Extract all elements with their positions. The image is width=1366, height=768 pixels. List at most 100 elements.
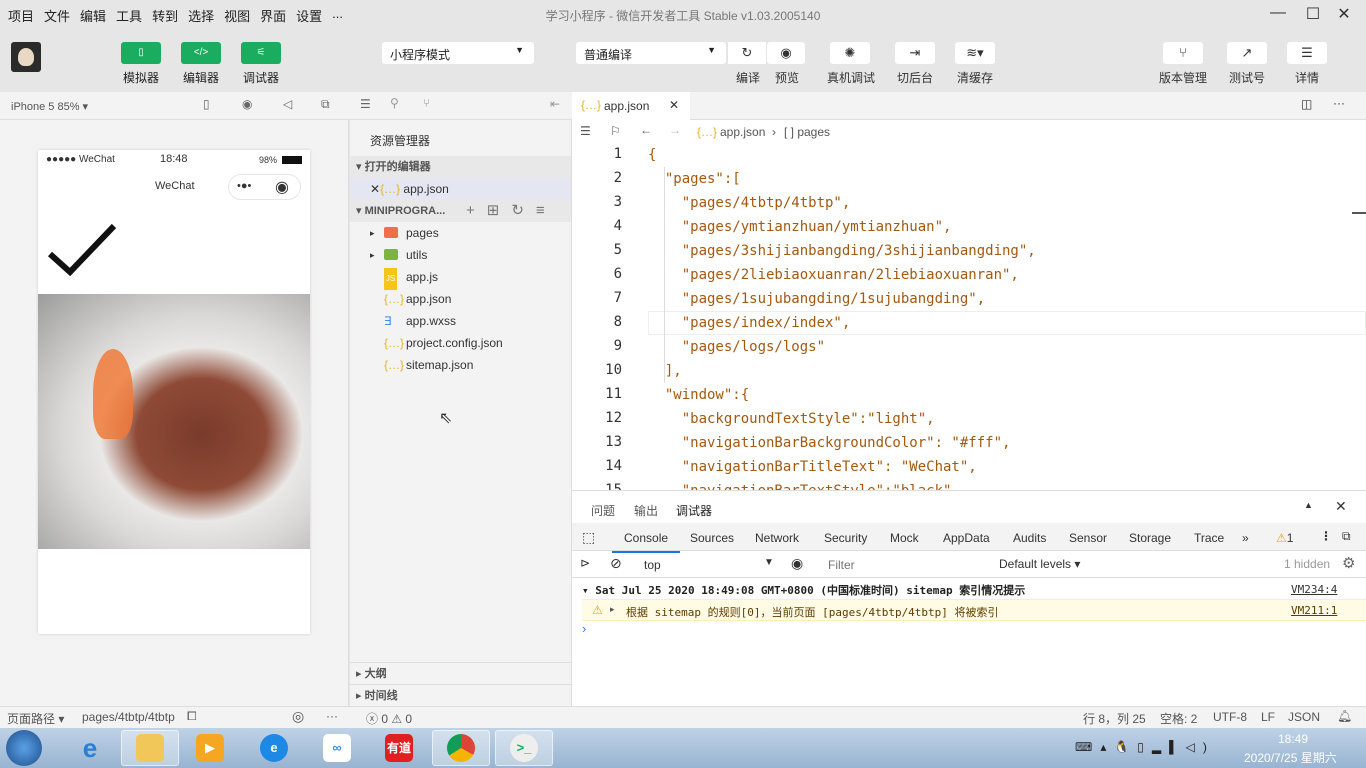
expand-icon[interactable]: ▸	[610, 604, 615, 615]
panel-tab-1[interactable]: 输出	[634, 502, 658, 519]
file-item-project-config-json[interactable]: {…} project.config.json	[350, 332, 571, 354]
volume-icon[interactable]: ◁	[283, 97, 292, 111]
youdao-icon[interactable]: 有道	[370, 730, 428, 766]
list-icon[interactable]: ☰	[360, 97, 371, 111]
devtools-tab-security[interactable]: Security	[824, 531, 867, 545]
code-editor[interactable]: ☰ ⚐ ← → {…} app.json › [ ] pages 1 {2 "pa…	[572, 120, 1366, 490]
media-player-icon[interactable]: ▶	[181, 730, 239, 766]
copy-icon[interactable]: ⧠	[187, 709, 197, 724]
levels-select[interactable]: Default levels ▾	[999, 557, 1080, 571]
start-button[interactable]	[6, 730, 42, 766]
code-line[interactable]: "pages":[	[648, 167, 741, 191]
minimize-button[interactable]: —	[1267, 4, 1289, 24]
close-tab-icon[interactable]: ✕	[669, 98, 679, 112]
clock-time[interactable]: 18:49	[1278, 732, 1308, 746]
tab-app-json[interactable]: {…} app.json ✕	[572, 92, 690, 120]
devtools-tab-more[interactable]: »	[1242, 531, 1249, 545]
problems-count[interactable]: ⓧ 0 ⚠ 0	[366, 710, 412, 727]
context-select[interactable]: top	[644, 558, 661, 572]
file-item-pages[interactable]: ▸ pages	[350, 222, 571, 244]
close-target-icon[interactable]: ◉	[275, 177, 289, 197]
language-mode[interactable]: JSON	[1288, 710, 1320, 724]
line-ending[interactable]: LF	[1261, 710, 1275, 724]
more-icon[interactable]: ···	[1333, 96, 1345, 110]
close-window-button[interactable]: ✕	[1333, 4, 1355, 24]
project-section[interactable]: ▾ MINIPROGRA... +⊞↻≡	[350, 200, 571, 222]
record-icon[interactable]: ◉	[242, 97, 252, 111]
devtools-tab-appdata[interactable]: AppData	[943, 531, 990, 545]
console-prompt[interactable]: ›	[582, 621, 586, 636]
filter-input[interactable]	[822, 554, 990, 576]
eye-icon[interactable]: ◉	[791, 555, 803, 572]
version-button[interactable]: ⑂	[1163, 42, 1203, 64]
devtools-tab-sources[interactable]: Sources	[690, 531, 734, 545]
settings-gear-icon[interactable]: ⚙	[1342, 554, 1355, 572]
simulator-toggle[interactable]: ▯	[121, 42, 161, 64]
devtools-tab-trace[interactable]: Trace	[1194, 531, 1224, 545]
project-actions[interactable]: +⊞↻≡	[466, 200, 557, 222]
more-icon[interactable]: ···	[326, 709, 338, 723]
devtools-tab-sensor[interactable]: Sensor	[1069, 531, 1107, 545]
code-line[interactable]: "pages/3shijianbangding/3shijianbangding…	[648, 239, 1036, 263]
collapse-icon[interactable]: ⇤	[550, 97, 560, 111]
sidebar-toggle-icon[interactable]: ⊳	[580, 556, 590, 570]
details-button[interactable]: ☰	[1287, 42, 1327, 64]
page-path-select[interactable]: 页面路径 ▾	[7, 710, 64, 727]
bookmark-icon[interactable]: ⚐	[610, 124, 621, 138]
maximize-button[interactable]: ☐	[1302, 4, 1324, 24]
open-editor-item[interactable]: ✕{…} app.json	[350, 178, 571, 200]
close-panel-icon[interactable]: ✕	[1335, 498, 1347, 515]
compile-button[interactable]: ↻	[728, 42, 766, 64]
timeline-section[interactable]: ▸ 时间线	[350, 684, 571, 706]
kebab-menu-icon[interactable]: ⋮	[1320, 529, 1332, 543]
maximize-panel-icon[interactable]: ▲	[1304, 500, 1313, 510]
preview-button[interactable]: ◉	[767, 42, 805, 64]
eye-icon[interactable]: ◎	[292, 708, 304, 725]
code-line[interactable]: "pages/logs/logs"	[648, 335, 825, 359]
warning-count[interactable]: 1	[1287, 531, 1294, 545]
open-editors-section[interactable]: ▾ 打开的编辑器	[350, 156, 571, 178]
file-item-app-js[interactable]: JS app.js	[350, 266, 571, 290]
baidu-netdisk-icon[interactable]: ∞	[308, 730, 366, 766]
bell-icon[interactable]: 🔔︎	[1337, 709, 1352, 723]
inspect-icon[interactable]: ⬚	[582, 529, 595, 546]
avatar[interactable]	[11, 42, 41, 72]
devtools-tab-console[interactable]: Console	[612, 531, 681, 553]
remote-debug-button[interactable]: ✺	[830, 42, 870, 64]
code-line[interactable]: "pages/2liebiaoxuanran/2liebiaoxuanran",	[648, 263, 1019, 287]
code-line[interactable]: "backgroundTextStyle":"light",	[648, 407, 935, 431]
cursor-position[interactable]: 行 8，列 25	[1083, 710, 1146, 727]
ie-icon[interactable]: e	[61, 730, 119, 766]
editor-toggle[interactable]: </>	[181, 42, 221, 64]
code-line[interactable]: "pages/index/index",	[648, 311, 851, 335]
file-item-utils[interactable]: ▸ utils	[350, 244, 571, 266]
git-icon[interactable]: ⑂	[423, 96, 430, 110]
source-link[interactable]: VM234:4	[1291, 583, 1337, 596]
code-line[interactable]: ],	[648, 359, 682, 383]
panel-tab-2[interactable]: 调试器	[676, 502, 713, 525]
source-link[interactable]: VM211:1	[1291, 604, 1337, 617]
compile-select[interactable]: 普通编译 ▼	[576, 42, 726, 64]
test-account-button[interactable]: ↗	[1227, 42, 1267, 64]
panel-tab-0[interactable]: 问题	[591, 502, 615, 519]
system-tray-icons[interactable]: ⌨▴🐧▯▂▌◁)	[1075, 740, 1215, 754]
code-line[interactable]: "pages/4tbtp/4tbtp",	[648, 191, 851, 215]
debugger-toggle[interactable]: ⚟	[241, 42, 281, 64]
code-line[interactable]: "navigationBarTitleText": "WeChat",	[648, 455, 977, 479]
devtools-tab-audits[interactable]: Audits	[1013, 531, 1046, 545]
outline-section[interactable]: ▸ 大纲	[350, 662, 571, 684]
close-icon[interactable]: ✕	[370, 182, 380, 196]
expand-arrow-icon[interactable]: ▸	[370, 222, 375, 244]
clear-console-icon[interactable]: ⊘	[610, 555, 622, 572]
code-line[interactable]: "window":{	[648, 383, 749, 407]
file-item-app-json[interactable]: {…} app.json	[350, 288, 571, 310]
search-icon[interactable]: ⚲	[390, 96, 399, 110]
devtools-tab-storage[interactable]: Storage	[1129, 531, 1171, 545]
forward-icon[interactable]: →	[669, 123, 681, 137]
background-button[interactable]: ⇥	[895, 42, 935, 64]
mode-select[interactable]: 小程序模式 ▼	[382, 42, 534, 64]
devtools-tab-network[interactable]: Network	[755, 531, 799, 545]
code-line[interactable]: "pages/ymtianzhuan/ymtianzhuan",	[648, 215, 952, 239]
device-select[interactable]: iPhone 5 85% ▾	[11, 100, 88, 113]
phone-icon[interactable]: ▯	[203, 97, 210, 111]
